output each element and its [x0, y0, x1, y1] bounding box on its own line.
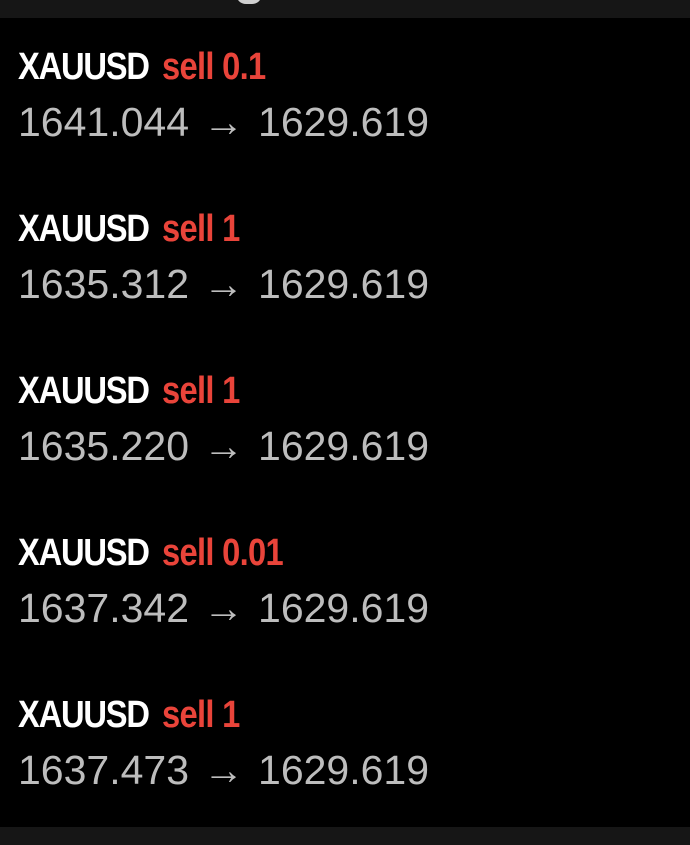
right-arrow-icon: →	[203, 585, 245, 631]
orders-list: XAUUSD sell 0.1 1641.044 → 1629.619 XAUUSD s…	[0, 18, 690, 827]
order-symbol: XAUUSD	[18, 694, 150, 736]
right-arrow-icon: →	[203, 747, 245, 793]
open-price: 1641.044	[18, 99, 190, 145]
order-side-volume: sell 1	[162, 694, 240, 736]
top-cropped-header	[0, 0, 690, 18]
order-header: XAUUSD sell 1	[18, 365, 252, 417]
open-price: 1635.312	[18, 261, 190, 307]
right-arrow-icon: →	[203, 261, 245, 307]
order-header: XAUUSD sell 0.01	[18, 527, 303, 579]
right-arrow-icon: →	[203, 423, 245, 469]
order-side-volume: sell 1	[162, 370, 240, 412]
order-header: XAUUSD sell 1	[18, 203, 252, 255]
current-price: 1629.619	[258, 585, 430, 631]
current-price: 1629.619	[258, 423, 430, 469]
order-side-volume: sell 0.01	[162, 532, 284, 574]
order-prices: 1637.342 → 1629.619	[18, 583, 429, 633]
order-symbol: XAUUSD	[18, 532, 150, 574]
open-price: 1635.220	[18, 423, 190, 469]
current-price: 1629.619	[258, 747, 430, 793]
open-price: 1637.342	[18, 585, 190, 631]
order-header: XAUUSD sell 0.1	[18, 41, 282, 93]
order-symbol: XAUUSD	[18, 208, 150, 250]
order-prices: 1635.312 → 1629.619	[18, 259, 429, 309]
order-header: XAUUSD sell 1	[18, 689, 252, 741]
open-price: 1637.473	[18, 747, 190, 793]
bottom-bar	[0, 827, 690, 845]
order-symbol: XAUUSD	[18, 370, 150, 412]
current-price: 1629.619	[258, 261, 430, 307]
order-side-volume: sell 0.1	[162, 46, 266, 88]
order-prices: 1637.473 → 1629.619	[18, 745, 429, 795]
right-arrow-icon: →	[203, 99, 245, 145]
order-symbol: XAUUSD	[18, 46, 150, 88]
order-prices: 1641.044 → 1629.619	[18, 97, 429, 147]
order-prices: 1635.220 → 1629.619	[18, 421, 429, 471]
current-price: 1629.619	[258, 99, 430, 145]
cropped-text-fragment	[236, 0, 262, 4]
order-side-volume: sell 1	[162, 208, 240, 250]
